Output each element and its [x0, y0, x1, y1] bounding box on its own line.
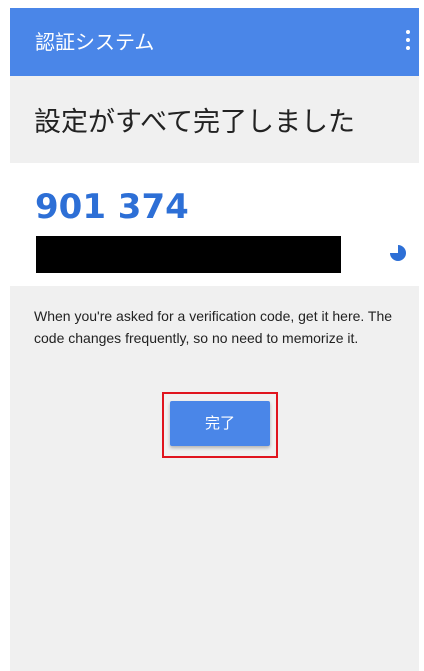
description-text: When you're asked for a verification cod…: [34, 308, 393, 346]
redacted-account-name: [36, 236, 341, 273]
done-button[interactable]: 完了: [170, 401, 270, 446]
countdown-pie-icon: [390, 245, 406, 261]
app-bar: 認証システム: [10, 8, 419, 76]
verification-code: 901 374: [35, 187, 189, 227]
more-vert-icon[interactable]: [404, 30, 412, 52]
app-screen: 認証システム 設定がすべて完了しました 901 374 When you're …: [10, 8, 419, 671]
page-heading: 設定がすべて完了しました: [34, 107, 356, 138]
code-card: 901 374: [10, 163, 419, 286]
app-title: 認証システム: [35, 30, 155, 54]
